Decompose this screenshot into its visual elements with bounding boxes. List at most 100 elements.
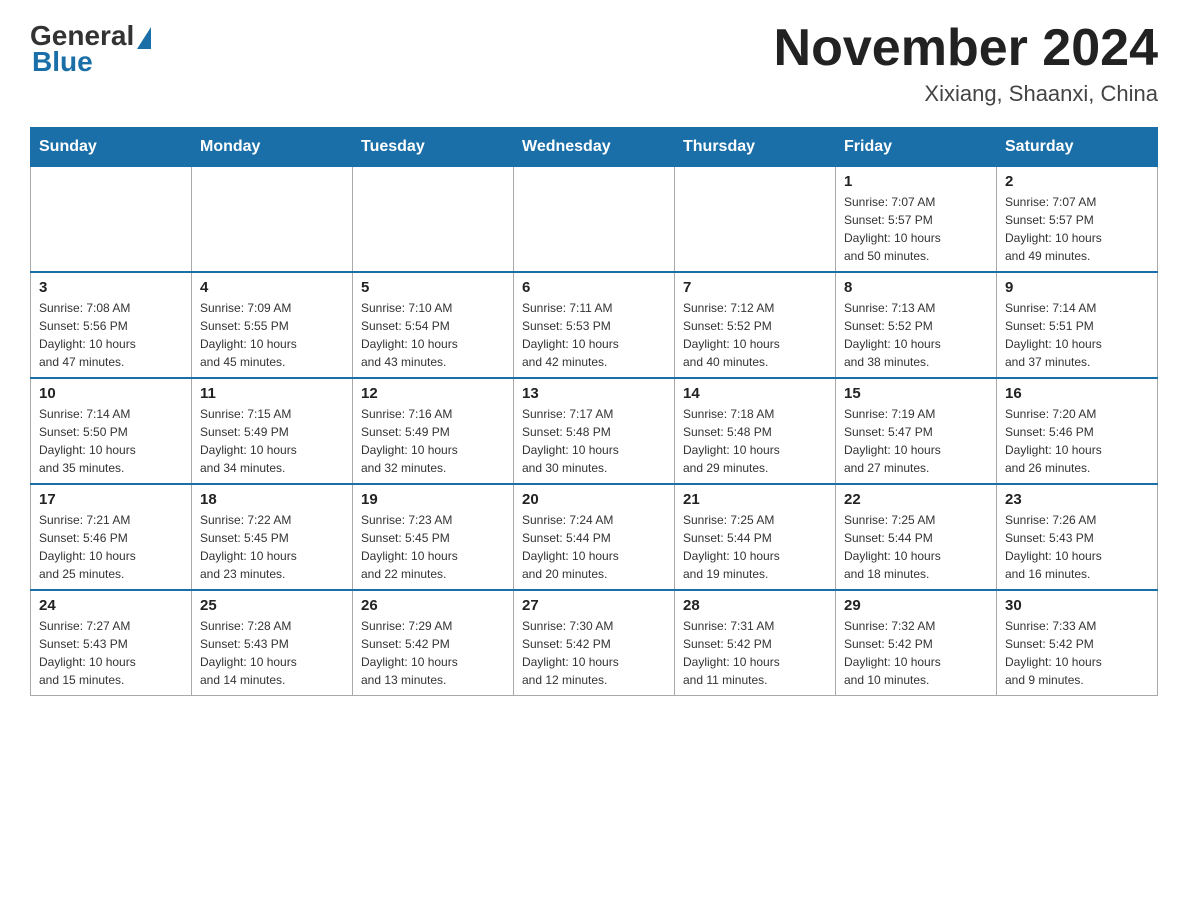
day-info: Sunrise: 7:19 AM Sunset: 5:47 PM Dayligh… bbox=[844, 405, 988, 477]
col-sunday: Sunday bbox=[31, 128, 192, 167]
day-number: 29 bbox=[844, 597, 988, 614]
table-row bbox=[675, 167, 836, 273]
table-row: 8 Sunrise: 7:13 AM Sunset: 5:52 PM Daylig… bbox=[836, 272, 997, 378]
day-number: 14 bbox=[683, 385, 827, 402]
day-info: Sunrise: 7:32 AM Sunset: 5:42 PM Dayligh… bbox=[844, 617, 988, 689]
day-number: 2 bbox=[1005, 173, 1149, 190]
table-row: 21 Sunrise: 7:25 AM Sunset: 5:44 PM Dayli… bbox=[675, 484, 836, 590]
day-number: 17 bbox=[39, 491, 183, 508]
day-number: 18 bbox=[200, 491, 344, 508]
table-row bbox=[192, 167, 353, 273]
table-row: 10Sunrise: 7:14 AM Sunset: 5:50 PM Dayli… bbox=[31, 378, 192, 484]
table-row: 23 Sunrise: 7:26 AM Sunset: 5:43 PM Dayli… bbox=[997, 484, 1158, 590]
day-info: Sunrise: 7:31 AM Sunset: 5:42 PM Dayligh… bbox=[683, 617, 827, 689]
calendar-header-row: Sunday Monday Tuesday Wednesday Thursday… bbox=[31, 128, 1158, 167]
table-row: 20 Sunrise: 7:24 AM Sunset: 5:44 PM Dayli… bbox=[514, 484, 675, 590]
day-number: 16 bbox=[1005, 385, 1149, 402]
table-row bbox=[31, 167, 192, 273]
day-number: 25 bbox=[200, 597, 344, 614]
day-info: Sunrise: 7:21 AM Sunset: 5:46 PM Dayligh… bbox=[39, 511, 183, 583]
day-info: Sunrise: 7:17 AM Sunset: 5:48 PM Dayligh… bbox=[522, 405, 666, 477]
day-number: 21 bbox=[683, 491, 827, 508]
logo: General Blue bbox=[30, 20, 151, 78]
day-info: Sunrise: 7:29 AM Sunset: 5:42 PM Dayligh… bbox=[361, 617, 505, 689]
table-row: 18 Sunrise: 7:22 AM Sunset: 5:45 PM Dayli… bbox=[192, 484, 353, 590]
day-number: 8 bbox=[844, 279, 988, 296]
day-info: Sunrise: 7:08 AM Sunset: 5:56 PM Dayligh… bbox=[39, 299, 183, 371]
table-row: 27 Sunrise: 7:30 AM Sunset: 5:42 PM Dayli… bbox=[514, 590, 675, 696]
table-row: 22 Sunrise: 7:25 AM Sunset: 5:44 PM Dayli… bbox=[836, 484, 997, 590]
day-info: Sunrise: 7:22 AM Sunset: 5:45 PM Dayligh… bbox=[200, 511, 344, 583]
day-info: Sunrise: 7:14 AM Sunset: 5:51 PM Dayligh… bbox=[1005, 299, 1149, 371]
table-row: 9 Sunrise: 7:14 AM Sunset: 5:51 PM Daylig… bbox=[997, 272, 1158, 378]
day-number: 4 bbox=[200, 279, 344, 296]
day-info: Sunrise: 7:07 AM Sunset: 5:57 PM Dayligh… bbox=[844, 193, 988, 265]
logo-triangle-icon bbox=[137, 27, 151, 49]
day-info: Sunrise: 7:09 AM Sunset: 5:55 PM Dayligh… bbox=[200, 299, 344, 371]
table-row: 13 Sunrise: 7:17 AM Sunset: 5:48 PM Dayli… bbox=[514, 378, 675, 484]
calendar-week-row: 3 Sunrise: 7:08 AM Sunset: 5:56 PM Daylig… bbox=[31, 272, 1158, 378]
table-row: 25 Sunrise: 7:28 AM Sunset: 5:43 PM Dayli… bbox=[192, 590, 353, 696]
table-row: 5Sunrise: 7:10 AM Sunset: 5:54 PM Daylig… bbox=[353, 272, 514, 378]
day-number: 15 bbox=[844, 385, 988, 402]
col-thursday: Thursday bbox=[675, 128, 836, 167]
day-info: Sunrise: 7:13 AM Sunset: 5:52 PM Dayligh… bbox=[844, 299, 988, 371]
day-info: Sunrise: 7:23 AM Sunset: 5:45 PM Dayligh… bbox=[361, 511, 505, 583]
day-info: Sunrise: 7:07 AM Sunset: 5:57 PM Dayligh… bbox=[1005, 193, 1149, 265]
day-info: Sunrise: 7:25 AM Sunset: 5:44 PM Dayligh… bbox=[683, 511, 827, 583]
day-number: 26 bbox=[361, 597, 505, 614]
calendar-week-row: 1 Sunrise: 7:07 AM Sunset: 5:57 PM Daylig… bbox=[31, 167, 1158, 273]
day-number: 3 bbox=[39, 279, 183, 296]
day-info: Sunrise: 7:18 AM Sunset: 5:48 PM Dayligh… bbox=[683, 405, 827, 477]
day-number: 27 bbox=[522, 597, 666, 614]
day-number: 9 bbox=[1005, 279, 1149, 296]
day-number: 30 bbox=[1005, 597, 1149, 614]
day-info: Sunrise: 7:24 AM Sunset: 5:44 PM Dayligh… bbox=[522, 511, 666, 583]
table-row: 26 Sunrise: 7:29 AM Sunset: 5:42 PM Dayli… bbox=[353, 590, 514, 696]
day-number: 11 bbox=[200, 385, 344, 402]
day-number: 24 bbox=[39, 597, 183, 614]
day-info: Sunrise: 7:10 AM Sunset: 5:54 PM Dayligh… bbox=[361, 299, 505, 371]
table-row: 6Sunrise: 7:11 AM Sunset: 5:53 PM Daylig… bbox=[514, 272, 675, 378]
logo-blue-text: Blue bbox=[32, 46, 93, 78]
day-number: 22 bbox=[844, 491, 988, 508]
table-row bbox=[353, 167, 514, 273]
day-info: Sunrise: 7:28 AM Sunset: 5:43 PM Dayligh… bbox=[200, 617, 344, 689]
day-number: 1 bbox=[844, 173, 988, 190]
table-row bbox=[514, 167, 675, 273]
day-info: Sunrise: 7:11 AM Sunset: 5:53 PM Dayligh… bbox=[522, 299, 666, 371]
col-friday: Friday bbox=[836, 128, 997, 167]
day-info: Sunrise: 7:33 AM Sunset: 5:42 PM Dayligh… bbox=[1005, 617, 1149, 689]
day-info: Sunrise: 7:30 AM Sunset: 5:42 PM Dayligh… bbox=[522, 617, 666, 689]
day-number: 7 bbox=[683, 279, 827, 296]
table-row: 29 Sunrise: 7:32 AM Sunset: 5:42 PM Dayli… bbox=[836, 590, 997, 696]
calendar-week-row: 17 Sunrise: 7:21 AM Sunset: 5:46 PM Dayli… bbox=[31, 484, 1158, 590]
table-row: 24 Sunrise: 7:27 AM Sunset: 5:43 PM Dayli… bbox=[31, 590, 192, 696]
day-number: 19 bbox=[361, 491, 505, 508]
day-info: Sunrise: 7:12 AM Sunset: 5:52 PM Dayligh… bbox=[683, 299, 827, 371]
calendar-week-row: 10Sunrise: 7:14 AM Sunset: 5:50 PM Dayli… bbox=[31, 378, 1158, 484]
day-number: 28 bbox=[683, 597, 827, 614]
table-row: 19 Sunrise: 7:23 AM Sunset: 5:45 PM Dayli… bbox=[353, 484, 514, 590]
calendar-table: Sunday Monday Tuesday Wednesday Thursday… bbox=[30, 127, 1158, 696]
day-info: Sunrise: 7:15 AM Sunset: 5:49 PM Dayligh… bbox=[200, 405, 344, 477]
day-info: Sunrise: 7:26 AM Sunset: 5:43 PM Dayligh… bbox=[1005, 511, 1149, 583]
table-row: 30 Sunrise: 7:33 AM Sunset: 5:42 PM Dayli… bbox=[997, 590, 1158, 696]
table-row: 1 Sunrise: 7:07 AM Sunset: 5:57 PM Daylig… bbox=[836, 167, 997, 273]
col-saturday: Saturday bbox=[997, 128, 1158, 167]
day-number: 12 bbox=[361, 385, 505, 402]
day-info: Sunrise: 7:27 AM Sunset: 5:43 PM Dayligh… bbox=[39, 617, 183, 689]
table-row: 7 Sunrise: 7:12 AM Sunset: 5:52 PM Daylig… bbox=[675, 272, 836, 378]
day-info: Sunrise: 7:25 AM Sunset: 5:44 PM Dayligh… bbox=[844, 511, 988, 583]
table-row: 28 Sunrise: 7:31 AM Sunset: 5:42 PM Dayli… bbox=[675, 590, 836, 696]
table-row: 2 Sunrise: 7:07 AM Sunset: 5:57 PM Daylig… bbox=[997, 167, 1158, 273]
col-wednesday: Wednesday bbox=[514, 128, 675, 167]
day-number: 13 bbox=[522, 385, 666, 402]
table-row: 15 Sunrise: 7:19 AM Sunset: 5:47 PM Dayli… bbox=[836, 378, 997, 484]
col-tuesday: Tuesday bbox=[353, 128, 514, 167]
day-number: 10 bbox=[39, 385, 183, 402]
day-number: 20 bbox=[522, 491, 666, 508]
day-number: 23 bbox=[1005, 491, 1149, 508]
table-row: 14 Sunrise: 7:18 AM Sunset: 5:48 PM Dayli… bbox=[675, 378, 836, 484]
title-section: November 2024 Xixiang, Shaanxi, China bbox=[774, 20, 1158, 107]
